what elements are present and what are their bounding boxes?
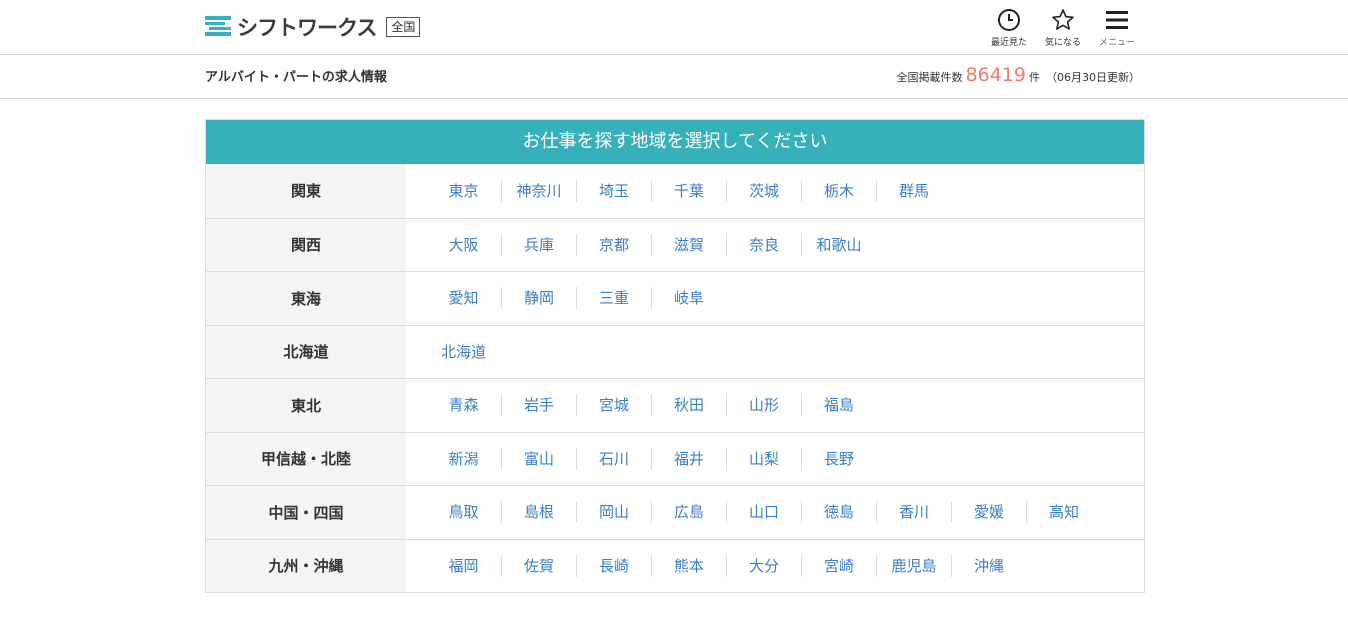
- prefecture-list: 青森 岩手 宮城 秋田 山形 福島: [406, 379, 876, 432]
- prefecture-list: 鳥取 島根 岡山 広島 山口 徳島 香川 愛媛 高知: [406, 486, 1101, 539]
- region-row: 中国・四国 鳥取 島根 岡山 広島 山口 徳島 香川 愛媛 高知: [206, 485, 1144, 539]
- recently-viewed-button[interactable]: 最近見た: [982, 8, 1036, 48]
- prefecture-link[interactable]: 新潟: [426, 448, 501, 470]
- prefecture-link[interactable]: 長崎: [576, 554, 651, 577]
- menu-button[interactable]: メニュー: [1090, 8, 1144, 48]
- count-value: 86419: [965, 64, 1026, 86]
- prefecture-link[interactable]: 山梨: [726, 447, 801, 470]
- prefecture-link[interactable]: 北海道: [426, 341, 501, 363]
- prefecture-link[interactable]: 宮城: [576, 394, 651, 417]
- prefecture-list: 東京 神奈川 埼玉 千葉 茨城 栃木 群馬: [406, 164, 951, 218]
- prefecture-link[interactable]: 沖縄: [951, 554, 1026, 577]
- prefecture-link[interactable]: 群馬: [876, 179, 951, 202]
- prefecture-link[interactable]: 埼玉: [576, 179, 651, 202]
- region-row: 甲信越・北陸 新潟 富山 石川 福井 山梨 長野: [206, 431, 1144, 486]
- menu-label: メニュー: [1098, 38, 1135, 48]
- recently-viewed-label: 最近見た: [990, 38, 1027, 48]
- region-name: 東北: [206, 379, 406, 432]
- region-table: 関東 東京 神奈川 埼玉 千葉 茨城 栃木 群馬 関西 大阪 兵庫 京都 滋賀 奈良 和歌山 東海 愛知 静岡 三重…: [206, 164, 1144, 592]
- prefecture-link[interactable]: 茨城: [726, 179, 801, 202]
- clock-icon: [998, 9, 1020, 31]
- logo-mark-icon: [205, 16, 231, 36]
- prefecture-link[interactable]: 三重: [576, 287, 651, 310]
- prefecture-link[interactable]: 青森: [426, 394, 501, 416]
- prefecture-link[interactable]: 和歌山: [801, 233, 876, 256]
- prefecture-link[interactable]: 宮崎: [801, 554, 876, 577]
- prefecture-link[interactable]: 香川: [876, 501, 951, 524]
- prefecture-link[interactable]: 島根: [501, 501, 576, 524]
- prefecture-link[interactable]: 広島: [651, 501, 726, 524]
- panel-title: お仕事を探す地域を選択してください: [206, 120, 1144, 164]
- prefecture-link[interactable]: 鳥取: [426, 501, 501, 523]
- sub-header: アルバイト・パートの求人情報 全国掲載件数 86419 件 （06月30日更新）: [0, 55, 1348, 99]
- region-row: 関東 東京 神奈川 埼玉 千葉 茨城 栃木 群馬: [206, 164, 1144, 218]
- prefecture-list: 福岡 佐賀 長崎 熊本 大分 宮崎 鹿児島 沖縄: [406, 540, 1026, 593]
- region-name: 関西: [206, 218, 406, 271]
- prefecture-link[interactable]: 東京: [426, 180, 501, 202]
- prefecture-link[interactable]: 福島: [801, 394, 876, 417]
- prefecture-list: 北海道: [406, 326, 501, 379]
- prefecture-link[interactable]: 山口: [726, 501, 801, 524]
- region-name: 九州・沖縄: [206, 539, 406, 592]
- prefecture-link[interactable]: 佐賀: [501, 554, 576, 577]
- region-row: 東海 愛知 静岡 三重 岐阜: [206, 271, 1144, 325]
- prefecture-link[interactable]: 千葉: [651, 179, 726, 202]
- site-header: シフトワークス 全国 最近見た 気になる メニュー: [0, 0, 1348, 55]
- prefecture-link[interactable]: 富山: [501, 447, 576, 470]
- prefecture-link[interactable]: 大阪: [426, 234, 501, 256]
- prefecture-link[interactable]: 愛知: [426, 287, 501, 309]
- logo-text: シフトワークス: [237, 16, 377, 40]
- region-row: 東北 青森 岩手 宮城 秋田 山形 福島: [206, 378, 1144, 432]
- listing-count: 全国掲載件数 86419 件 （06月30日更新）: [897, 64, 1140, 86]
- region-name: 北海道: [206, 325, 406, 378]
- count-updated: （06月30日更新）: [1046, 71, 1140, 84]
- prefecture-link[interactable]: 福岡: [426, 555, 501, 577]
- prefecture-link[interactable]: 高知: [1026, 501, 1101, 524]
- prefecture-list: 新潟 富山 石川 福井 山梨 長野: [406, 433, 876, 486]
- tagline: アルバイト・パートの求人情報: [205, 70, 387, 85]
- region-row: 北海道 北海道: [206, 324, 1144, 379]
- prefecture-link[interactable]: 秋田: [651, 394, 726, 417]
- prefecture-link[interactable]: 奈良: [726, 233, 801, 256]
- region-select-panel: お仕事を探す地域を選択してください 関東 東京 神奈川 埼玉 千葉 茨城 栃木 群馬 関西 大阪兵…: [205, 119, 1145, 593]
- region-name: 中国・四国: [206, 486, 406, 539]
- prefecture-link[interactable]: 静岡: [501, 287, 576, 310]
- prefecture-link[interactable]: 石川: [576, 447, 651, 470]
- prefecture-link[interactable]: 京都: [576, 233, 651, 256]
- site-logo[interactable]: シフトワークス 全国: [205, 15, 421, 40]
- prefecture-link[interactable]: 兵庫: [501, 233, 576, 256]
- prefecture-link[interactable]: 長野: [801, 447, 876, 470]
- prefecture-link[interactable]: 滋賀: [651, 233, 726, 256]
- prefecture-list: 愛知 静岡 三重 岐阜: [406, 272, 726, 325]
- header-nav: 最近見た 気になる メニュー: [982, 8, 1144, 48]
- prefecture-link[interactable]: 熊本: [651, 554, 726, 577]
- region-row: 九州・沖縄 福岡 佐賀 長崎 熊本 大分 宮崎 鹿児島 沖縄: [206, 538, 1144, 593]
- prefecture-link[interactable]: 山形: [726, 394, 801, 417]
- region-name: 関東: [206, 164, 406, 218]
- count-prefix: 全国掲載件数: [896, 71, 963, 84]
- prefecture-link[interactable]: 大分: [726, 554, 801, 577]
- prefecture-link[interactable]: 鹿児島: [876, 554, 951, 577]
- prefecture-link[interactable]: 福井: [651, 447, 726, 470]
- star-icon: [1052, 9, 1074, 30]
- region-name: 甲信越・北陸: [206, 432, 406, 485]
- favorites-button[interactable]: 気になる: [1036, 8, 1090, 48]
- prefecture-link[interactable]: 栃木: [801, 179, 876, 202]
- region-name: 東海: [206, 272, 406, 325]
- region-row: 関西 大阪 兵庫 京都 滋賀 奈良 和歌山: [206, 217, 1144, 272]
- prefecture-list: 大阪 兵庫 京都 滋賀 奈良 和歌山: [406, 219, 876, 272]
- prefecture-link[interactable]: 神奈川: [501, 179, 576, 202]
- prefecture-link[interactable]: 岡山: [576, 501, 651, 524]
- prefecture-link[interactable]: 岐阜: [651, 287, 726, 310]
- favorites-label: 気になる: [1044, 38, 1081, 48]
- area-badge[interactable]: 全国: [386, 17, 421, 37]
- count-suffix: 件: [1029, 71, 1040, 84]
- prefecture-link[interactable]: 徳島: [801, 501, 876, 524]
- hamburger-icon: [1106, 11, 1128, 29]
- prefecture-link[interactable]: 岩手: [501, 394, 576, 417]
- prefecture-link[interactable]: 愛媛: [951, 501, 1026, 524]
